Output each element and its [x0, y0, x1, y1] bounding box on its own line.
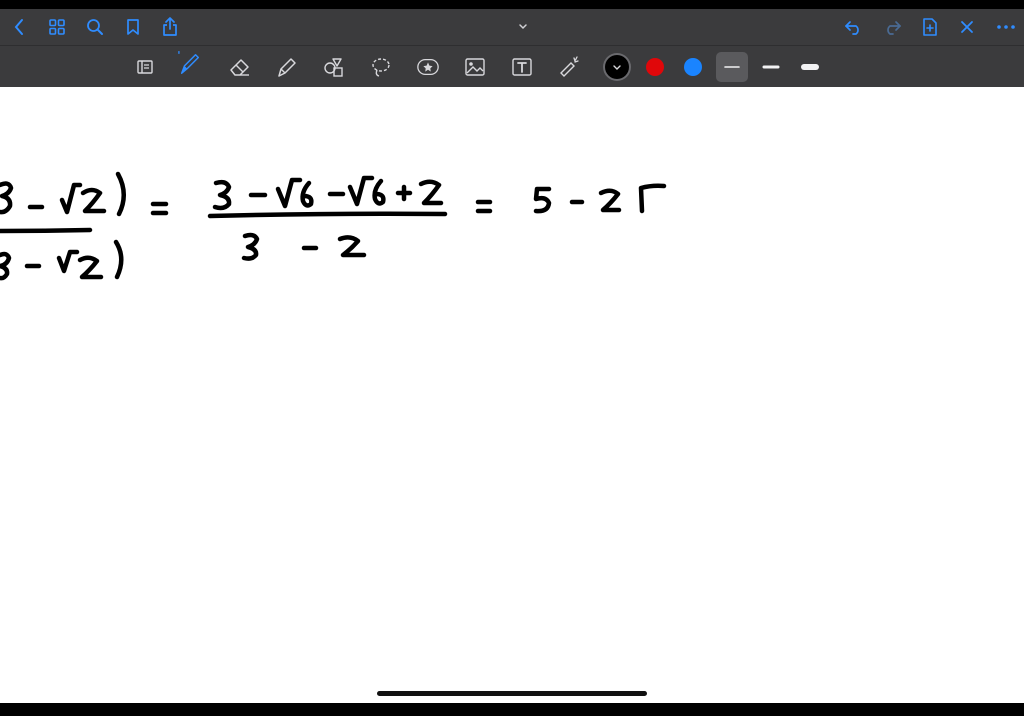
color-swatch-blue[interactable] — [684, 58, 702, 76]
undo-icon[interactable] — [843, 15, 865, 39]
eraser-icon[interactable] — [228, 55, 252, 79]
close-icon[interactable] — [956, 15, 978, 39]
stroke-width-medium[interactable] — [757, 52, 785, 82]
note-canvas[interactable]: (3 - √2) = 3 - √6 - √6 + 2 / 3 - 2 = 5 -… — [0, 87, 1024, 703]
shapes-icon[interactable] — [322, 55, 346, 79]
stroke-width-thick[interactable] — [796, 52, 824, 82]
drawing-toolbar — [0, 45, 1024, 87]
lasso-icon[interactable] — [369, 55, 393, 79]
thumbnails-icon[interactable] — [46, 15, 68, 39]
text-icon[interactable] — [510, 55, 534, 79]
color-swatch-black[interactable] — [605, 55, 629, 79]
handwritten-math — [0, 171, 667, 281]
home-indicator — [377, 691, 647, 696]
chevron-down-icon[interactable] — [516, 19, 530, 33]
share-icon[interactable] — [159, 14, 181, 40]
back-icon[interactable] — [8, 15, 30, 39]
more-icon[interactable] — [993, 15, 1019, 39]
add-page-icon[interactable] — [919, 14, 941, 40]
read-mode-icon[interactable] — [133, 55, 157, 79]
stroke-width-thin-selected[interactable] — [716, 52, 748, 82]
color-swatch-red[interactable] — [646, 58, 664, 76]
sticker-icon[interactable] — [416, 55, 440, 79]
top-navigation-bar — [0, 9, 1024, 45]
highlighter-icon[interactable] — [275, 55, 299, 79]
redo-icon[interactable] — [881, 15, 903, 39]
image-icon[interactable] — [463, 55, 487, 79]
laser-pointer-icon[interactable] — [557, 55, 581, 79]
bookmark-icon[interactable] — [122, 15, 144, 39]
search-icon[interactable] — [84, 15, 106, 39]
bottom-bezel — [0, 703, 1024, 716]
pen-icon[interactable] — [178, 51, 202, 76]
